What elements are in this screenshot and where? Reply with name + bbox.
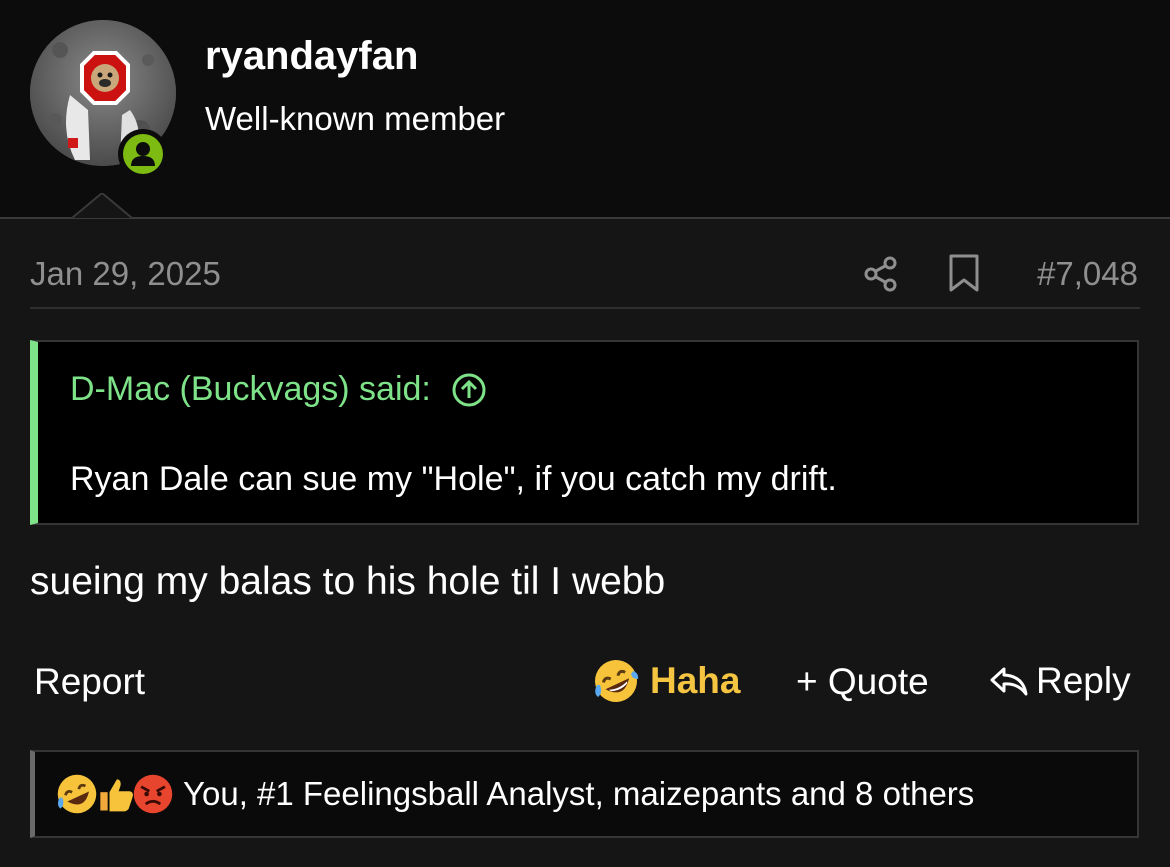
reactions-summary[interactable]: You, #1 Feelingsball Analyst, maizepants… [183,775,974,813]
haha-label: Haha [650,660,741,701]
user-title: Well-known member [205,100,506,137]
online-user-icon [123,134,163,174]
arrow-up-circle-icon[interactable] [451,372,487,408]
online-status [118,129,168,179]
post-message: sueing my balas to his hole til I webb [30,560,666,603]
reply-button[interactable]: Reply [988,656,1131,706]
rofl-emoji [595,660,639,702]
quote-block: D-Mac (Buckvags) said: Ryan Dale can sue… [30,340,1139,525]
reactions-bar[interactable]: You, #1 Feelingsball Analyst, maizepants… [30,750,1139,838]
reaction-icons [55,772,173,816]
post-date[interactable]: Jan 29, 2025 [30,255,221,293]
angry-emoji [133,774,173,814]
haha-reaction-button[interactable]: Haha [592,656,740,706]
reply-arrow-icon [990,667,1028,696]
quote-button[interactable]: + Quote [796,661,929,703]
username[interactable]: ryandayfan [205,34,418,79]
quote-author[interactable]: D-Mac (Buckvags) said: [70,370,431,409]
user-header [0,0,1170,219]
share-icon[interactable] [862,255,900,298]
reply-label: Reply [1036,660,1131,701]
report-button[interactable]: Report [34,661,145,703]
divider [30,307,1140,309]
post-number[interactable]: #7,048 [1037,255,1138,293]
quote-header[interactable]: D-Mac (Buckvags) said: [70,370,487,409]
bookmark-icon[interactable] [947,253,981,298]
quote-text: Ryan Dale can sue my "Hole", if you catc… [70,460,837,498]
